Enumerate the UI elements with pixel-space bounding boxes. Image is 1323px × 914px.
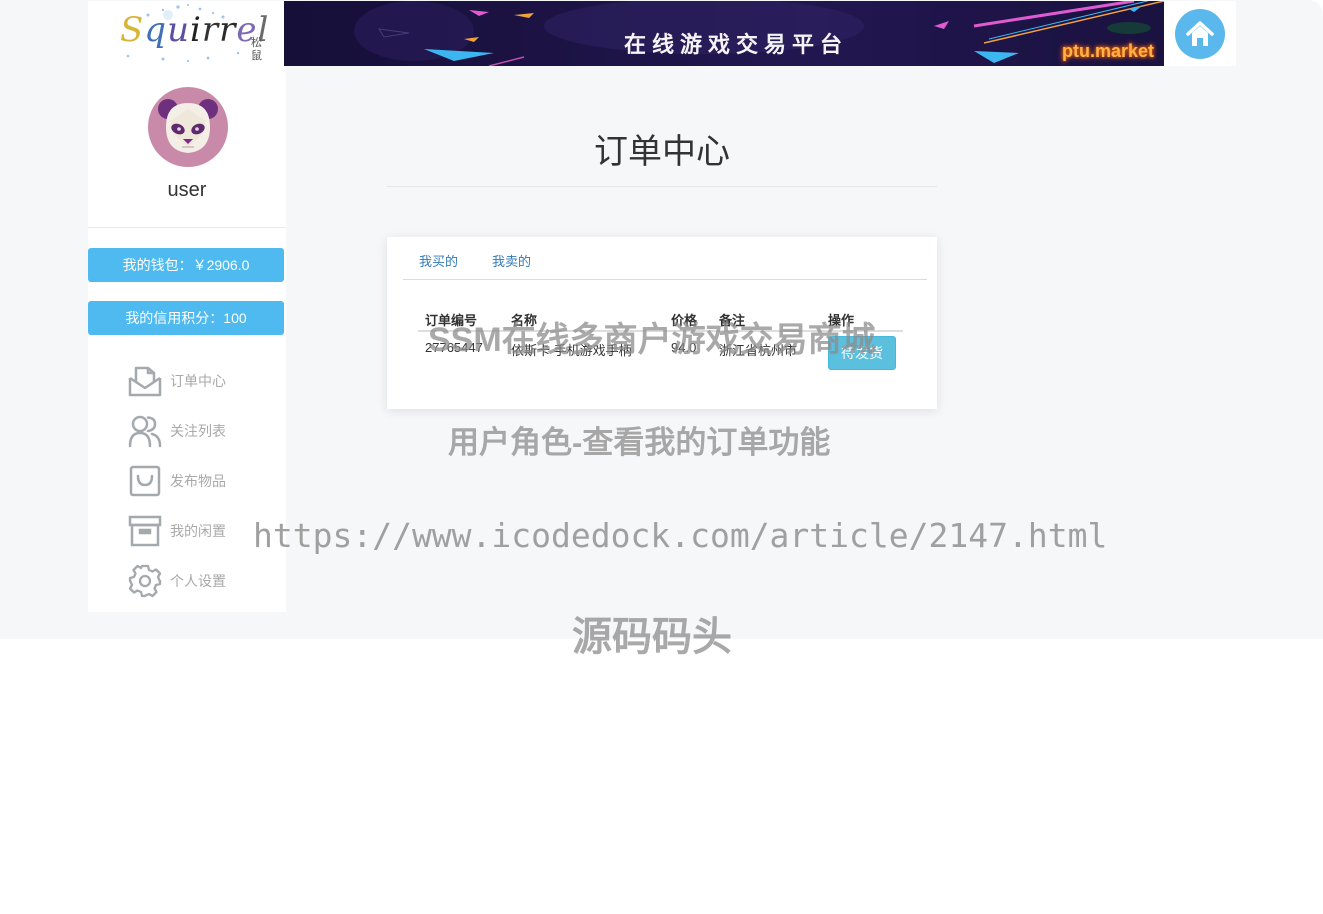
users-icon bbox=[128, 414, 162, 448]
logo-subtitle: 松鼠 bbox=[251, 37, 262, 62]
profile-section: user bbox=[88, 66, 286, 228]
tab-bought[interactable]: 我买的 bbox=[403, 237, 474, 279]
sidebar-item-label: 发布物品 bbox=[170, 473, 226, 489]
gear-icon bbox=[128, 564, 162, 598]
credit-score-button[interactable]: 我的信用积分：100 bbox=[88, 301, 284, 335]
sidebar-item-publish[interactable]: 发布物品 bbox=[128, 456, 226, 506]
envelope-open-icon bbox=[128, 364, 162, 398]
sidebar-item-label: 关注列表 bbox=[170, 423, 226, 439]
sidebar-menu: 订单中心 关注列表 发布物品 我的闲置 个人设置 bbox=[128, 356, 226, 606]
sidebar-item-label: 个人设置 bbox=[170, 573, 226, 589]
banner-title: 在线游戏交易平台 bbox=[624, 32, 849, 58]
logo-wordmark: Squirrel bbox=[120, 10, 270, 50]
sidebar-item-label: 我的闲置 bbox=[170, 523, 226, 539]
shopping-bag-icon bbox=[128, 464, 162, 498]
orders-card: 我买的 我卖的 订单编号 名称 价格 备注 操作 27765447 依斯卡 手机… bbox=[387, 237, 937, 409]
column-header-action: 操作 bbox=[828, 313, 855, 328]
banner-image: 在线游戏交易平台 ptu.market bbox=[284, 1, 1164, 66]
sidebar-item-orders[interactable]: 订单中心 bbox=[128, 356, 226, 406]
cell-price: 94.0 bbox=[671, 340, 697, 355]
avatar[interactable] bbox=[148, 87, 228, 167]
home-button[interactable] bbox=[1164, 1, 1236, 66]
column-header-note: 备注 bbox=[719, 313, 746, 328]
order-tabs: 我买的 我卖的 bbox=[403, 237, 927, 280]
sidebar-item-my-idle[interactable]: 我的闲置 bbox=[128, 506, 226, 556]
archive-box-icon bbox=[128, 514, 162, 548]
orders-table: 订单编号 名称 价格 备注 操作 27765447 依斯卡 手机游戏手柄 94.… bbox=[418, 309, 903, 370]
cell-order-id: 27765447 bbox=[425, 340, 483, 355]
title-divider bbox=[387, 186, 937, 187]
username: user bbox=[167, 179, 207, 201]
page-title: 订单中心 bbox=[594, 133, 730, 171]
cell-note: 浙江省杭州市 bbox=[719, 343, 798, 358]
column-header-price: 价格 bbox=[671, 313, 698, 328]
cell-action: 待发货 bbox=[821, 331, 903, 370]
sidebar-item-follows[interactable]: 关注列表 bbox=[128, 406, 226, 456]
table-header-row: 订单编号 名称 价格 备注 操作 bbox=[418, 309, 903, 329]
tab-sold[interactable]: 我卖的 bbox=[476, 237, 547, 279]
panda-avatar-icon bbox=[158, 99, 218, 153]
cell-name: 依斯卡 手机游戏手柄 bbox=[511, 343, 632, 358]
banner-brand: ptu.market bbox=[1062, 41, 1155, 61]
column-header-order-id: 订单编号 bbox=[425, 313, 478, 328]
sidebar-item-settings[interactable]: 个人设置 bbox=[128, 556, 226, 606]
site-header: Squirrel 松鼠 在线游戏交易平台 ptu.market bbox=[88, 1, 1236, 66]
column-header-name: 名称 bbox=[511, 313, 538, 328]
home-icon bbox=[1175, 8, 1225, 59]
sidebar-item-label: 订单中心 bbox=[170, 373, 226, 389]
wallet-button[interactable]: 我的钱包：￥2906.0 bbox=[88, 248, 284, 282]
sidebar: user 我的钱包：￥2906.0 我的信用积分：100 订单中心 关注列表 发… bbox=[88, 66, 286, 612]
pending-shipment-button[interactable]: 待发货 bbox=[828, 336, 896, 370]
table-row: 27765447 依斯卡 手机游戏手柄 94.0 浙江省杭州市 待发货 bbox=[418, 331, 903, 370]
site-logo[interactable]: Squirrel 松鼠 bbox=[88, 1, 284, 66]
